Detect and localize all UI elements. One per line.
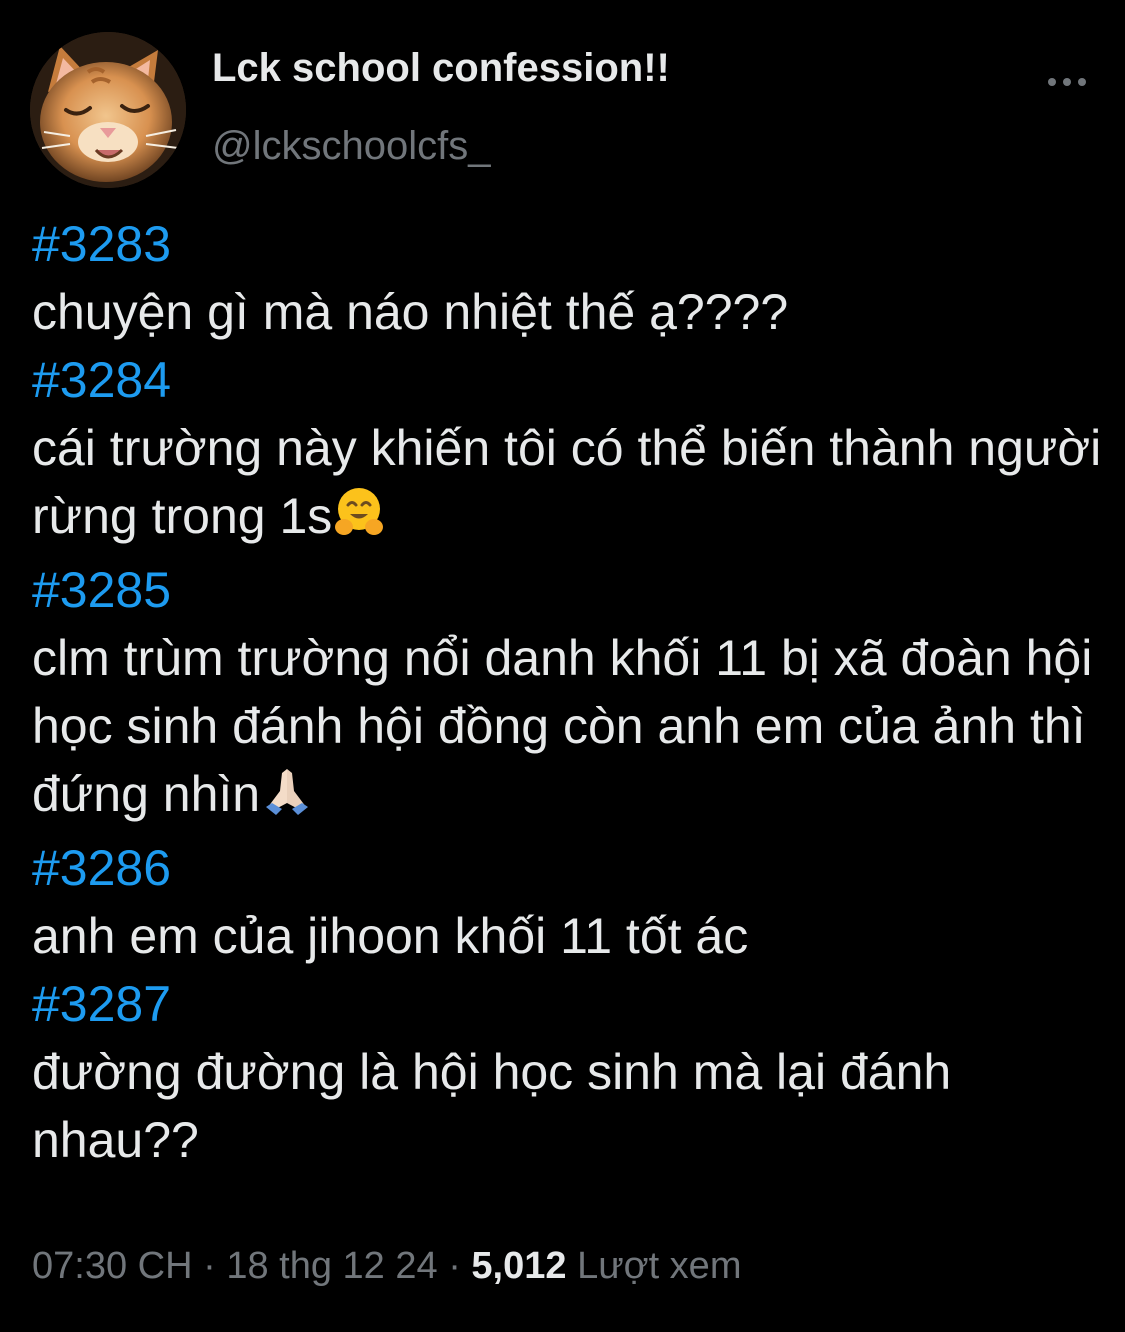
separator-dot: · <box>437 1245 472 1287</box>
views-count: 5,012 <box>471 1245 567 1287</box>
more-horizontal-icon <box>1048 78 1086 86</box>
confession-text: anh em của jihoon khối 11 tốt ác <box>32 908 749 964</box>
confession-text: cái trường này khiến tôi có thể biến thà… <box>32 414 1102 556</box>
folded-hands-emoji <box>260 763 314 834</box>
tweet-header: Lck school confession!! @lckschoolcfs_ <box>30 32 1095 192</box>
confession-text: clm trùm trường nổi danh khối 11 bị xã đ… <box>32 624 1102 834</box>
separator-dot: · <box>192 1245 227 1287</box>
confession-text: đường đường là hội học sinh mà lại đánh … <box>32 1044 952 1168</box>
hugging-face-emoji <box>332 485 386 556</box>
author-display-name[interactable]: Lck school confession!! <box>212 42 670 94</box>
confession-text-body: cái trường này khiến tôi có thể biến thà… <box>32 420 1102 544</box>
confession-text: chuyện gì mà náo nhiệt thế ạ???? <box>32 284 789 340</box>
tweet-date[interactable]: 18 thg 12 24 <box>226 1245 437 1287</box>
hashtag-link[interactable]: #3285 <box>32 556 1102 624</box>
hashtag-link[interactable]: #3286 <box>32 834 1102 902</box>
hashtag-link[interactable]: #3287 <box>32 970 1102 1038</box>
tweet-time[interactable]: 07:30 CH <box>32 1245 193 1287</box>
hashtag-link[interactable]: #3284 <box>32 346 1102 414</box>
hashtag-link[interactable]: #3283 <box>32 210 1102 278</box>
avatar[interactable] <box>30 32 186 188</box>
author-handle[interactable]: @lckschoolcfs_ <box>212 120 670 172</box>
author-names: Lck school confession!! @lckschoolcfs_ <box>212 42 670 172</box>
confession-text-body: clm trùm trường nổi danh khối 11 bị xã đ… <box>32 630 1093 822</box>
more-options-button[interactable] <box>1047 72 1087 92</box>
tweet-content: #3283 chuyện gì mà náo nhiệt thế ạ???? #… <box>32 210 1102 1174</box>
views-label: Lượt xem <box>577 1245 742 1287</box>
tweet: Lck school confession!! @lckschoolcfs_ #… <box>0 0 1125 1332</box>
cat-avatar-icon <box>30 32 186 188</box>
tweet-meta: 07:30 CH · 18 thg 12 24 · 5,012 Lượt xem <box>32 1238 741 1294</box>
